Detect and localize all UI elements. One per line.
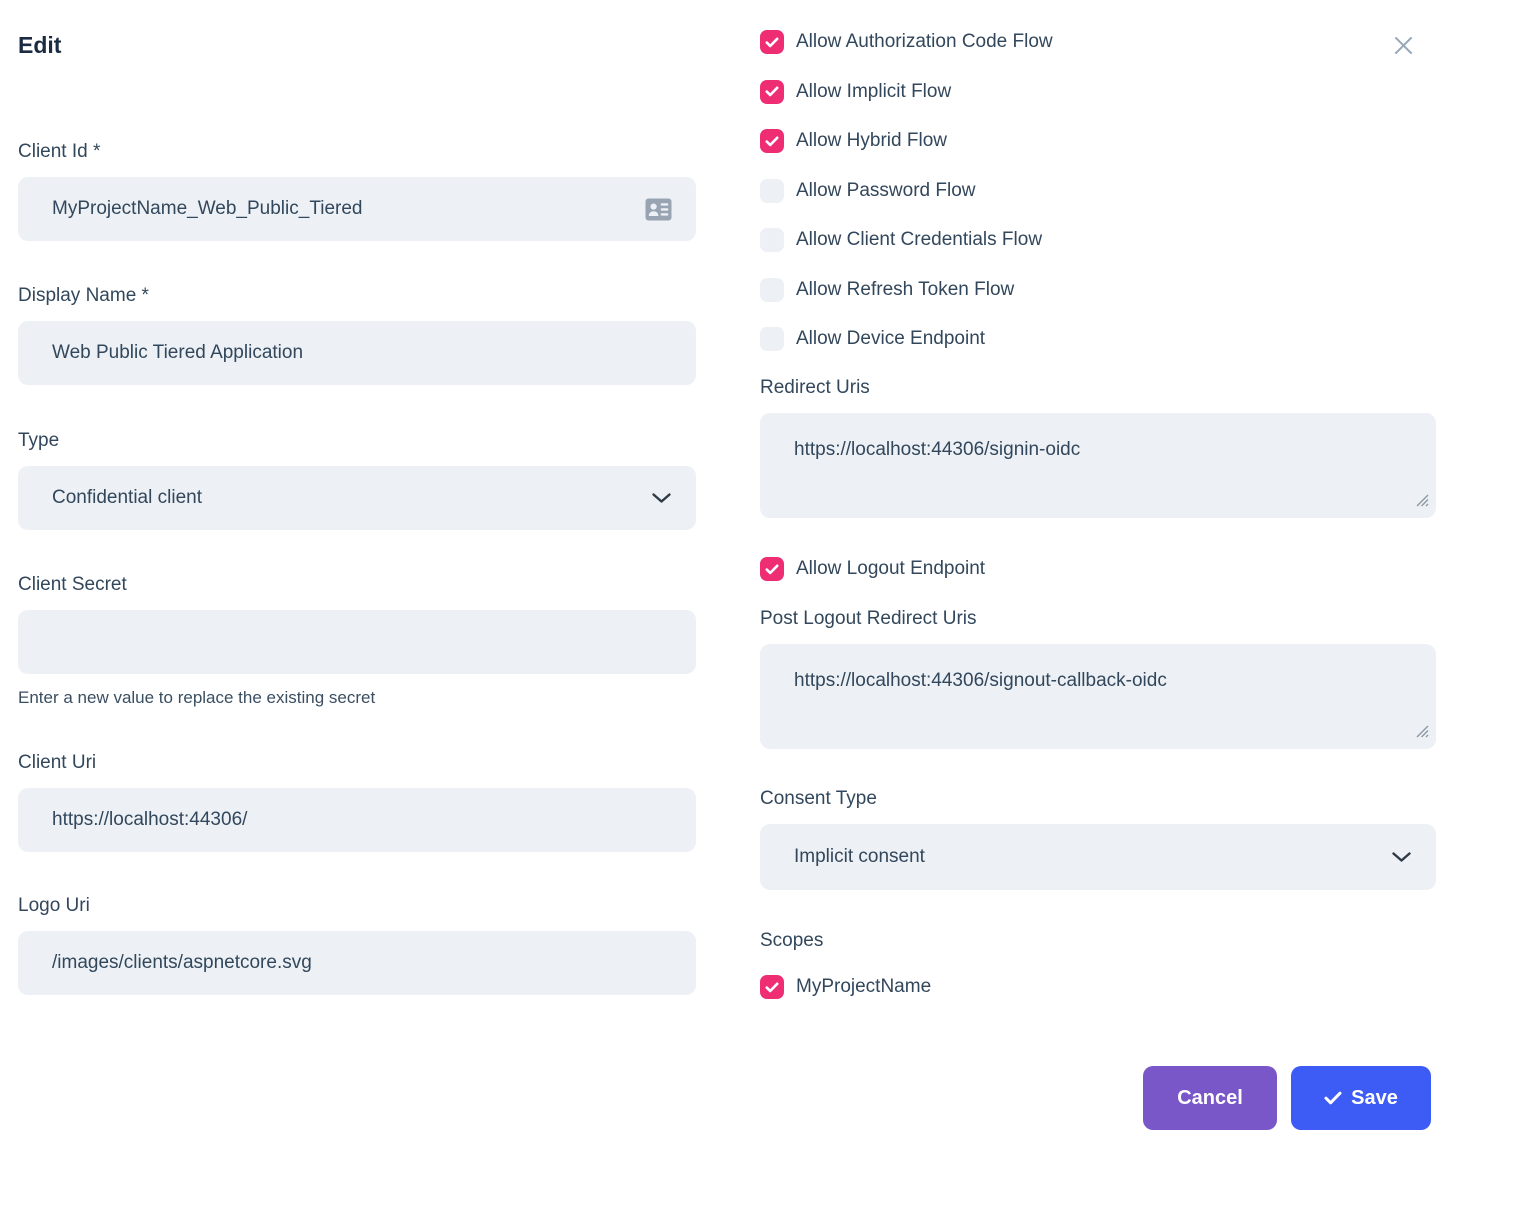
logo-uri-label: Logo Uri bbox=[18, 895, 696, 917]
client-secret-field-group: Client Secret Enter a new value to repla… bbox=[18, 574, 696, 708]
save-button[interactable]: Save bbox=[1291, 1066, 1431, 1130]
display-name-field-group: Display Name * Web Public Tiered Applica… bbox=[18, 285, 696, 385]
page-title: Edit bbox=[18, 30, 696, 60]
consent-type-label: Consent Type bbox=[760, 788, 1436, 810]
type-selected-value: Confidential client bbox=[52, 487, 651, 509]
display-name-input[interactable]: Web Public Tiered Application bbox=[18, 321, 696, 385]
save-button-label: Save bbox=[1351, 1087, 1398, 1110]
modal-footer: Cancel Save bbox=[760, 1066, 1436, 1130]
client-id-input[interactable]: MyProjectName_Web_Public_Tiered bbox=[18, 177, 696, 241]
cancel-button[interactable]: Cancel bbox=[1143, 1066, 1277, 1130]
type-field-group: Type Confidential client bbox=[18, 430, 696, 530]
checkbox-label: Allow Implicit Flow bbox=[796, 80, 951, 104]
client-secret-input[interactable] bbox=[18, 610, 696, 674]
post-logout-redirect-uris-textarea[interactable]: https://localhost:44306/signout-callback… bbox=[760, 644, 1436, 749]
redirect-uris-field-group: Redirect Uris https://localhost:44306/si… bbox=[760, 377, 1436, 518]
checkbox-icon bbox=[760, 30, 784, 54]
checkbox-icon bbox=[760, 129, 784, 153]
client-uri-input[interactable]: https://localhost:44306/ bbox=[18, 788, 696, 852]
cancel-button-label: Cancel bbox=[1177, 1087, 1243, 1110]
checkbox-label: Allow Password Flow bbox=[796, 179, 976, 203]
checkbox-label: Allow Client Credentials Flow bbox=[796, 228, 1042, 252]
consent-type-select[interactable]: Implicit consent bbox=[760, 824, 1436, 890]
display-name-label: Display Name * bbox=[18, 285, 696, 307]
resize-handle-icon[interactable] bbox=[1413, 491, 1429, 513]
checkbox-label: Allow Hybrid Flow bbox=[796, 129, 947, 153]
address-card-icon bbox=[645, 198, 672, 221]
checkbox-label: Allow Refresh Token Flow bbox=[796, 278, 1014, 302]
client-uri-value: https://localhost:44306/ bbox=[52, 809, 672, 831]
checkbox-icon bbox=[760, 327, 784, 351]
chevron-down-icon bbox=[651, 492, 672, 504]
chevron-down-icon bbox=[1391, 851, 1412, 863]
redirect-uris-textarea[interactable]: https://localhost:44306/signin-oidc bbox=[760, 413, 1436, 518]
checkbox-allow-authorization-code-flow[interactable]: Allow Authorization Code Flow bbox=[760, 30, 1436, 54]
checkbox-label: Allow Authorization Code Flow bbox=[796, 30, 1053, 54]
redirect-uris-value: https://localhost:44306/signin-oidc bbox=[794, 439, 1080, 460]
scopes-section: Scopes MyProjectName bbox=[760, 930, 1436, 999]
scopes-label: Scopes bbox=[760, 930, 1436, 952]
client-secret-label: Client Secret bbox=[18, 574, 696, 596]
right-column: Allow Authorization Code Flow Allow Impl… bbox=[760, 0, 1436, 1130]
checkbox-allow-hybrid-flow[interactable]: Allow Hybrid Flow bbox=[760, 129, 1436, 153]
redirect-uris-label: Redirect Uris bbox=[760, 377, 1436, 399]
check-icon bbox=[1324, 1091, 1342, 1105]
client-secret-helper-text: Enter a new value to replace the existin… bbox=[18, 688, 696, 708]
client-id-label: Client Id * bbox=[18, 141, 696, 163]
left-column: Edit Client Id * MyProjectName_Web_Publi… bbox=[18, 0, 696, 1130]
logo-uri-field-group: Logo Uri /images/clients/aspnetcore.svg bbox=[18, 895, 696, 995]
checkbox-allow-password-flow[interactable]: Allow Password Flow bbox=[760, 179, 1436, 203]
post-logout-redirect-uris-value: https://localhost:44306/signout-callback… bbox=[794, 670, 1167, 691]
client-id-value: MyProjectName_Web_Public_Tiered bbox=[52, 198, 645, 220]
checkbox-label: MyProjectName bbox=[796, 975, 931, 999]
post-logout-redirect-uris-field-group: Post Logout Redirect Uris https://localh… bbox=[760, 608, 1436, 749]
client-id-field-group: Client Id * MyProjectName_Web_Public_Tie… bbox=[18, 141, 696, 241]
checkbox-scope-myprojectname[interactable]: MyProjectName bbox=[760, 975, 1436, 999]
checkbox-label: Allow Device Endpoint bbox=[796, 327, 985, 351]
checkbox-label: Allow Logout Endpoint bbox=[796, 557, 985, 581]
checkbox-icon bbox=[760, 557, 784, 581]
edit-client-modal: Edit Client Id * MyProjectName_Web_Publi… bbox=[0, 0, 1520, 1208]
close-button[interactable] bbox=[1386, 30, 1420, 64]
checkbox-icon bbox=[760, 278, 784, 302]
consent-type-field-group: Consent Type Implicit consent bbox=[760, 788, 1436, 890]
consent-type-selected-value: Implicit consent bbox=[794, 846, 1391, 868]
client-uri-field-group: Client Uri https://localhost:44306/ bbox=[18, 752, 696, 852]
checkbox-icon bbox=[760, 975, 784, 999]
checkbox-icon bbox=[760, 80, 784, 104]
checkbox-icon bbox=[760, 228, 784, 252]
type-select[interactable]: Confidential client bbox=[18, 466, 696, 530]
client-uri-label: Client Uri bbox=[18, 752, 696, 774]
checkbox-allow-device-endpoint[interactable]: Allow Device Endpoint bbox=[760, 327, 1436, 351]
checkbox-allow-logout-endpoint[interactable]: Allow Logout Endpoint bbox=[760, 557, 1436, 581]
logo-uri-value: /images/clients/aspnetcore.svg bbox=[52, 952, 672, 974]
checkbox-icon bbox=[760, 179, 784, 203]
logo-uri-input[interactable]: /images/clients/aspnetcore.svg bbox=[18, 931, 696, 995]
resize-handle-icon[interactable] bbox=[1413, 722, 1429, 744]
checkbox-allow-implicit-flow[interactable]: Allow Implicit Flow bbox=[760, 80, 1436, 104]
display-name-value: Web Public Tiered Application bbox=[52, 342, 672, 364]
type-label: Type bbox=[18, 430, 696, 452]
post-logout-redirect-uris-label: Post Logout Redirect Uris bbox=[760, 608, 1436, 630]
close-icon bbox=[1388, 30, 1419, 64]
checkbox-allow-refresh-token-flow[interactable]: Allow Refresh Token Flow bbox=[760, 278, 1436, 302]
checkbox-allow-client-credentials-flow[interactable]: Allow Client Credentials Flow bbox=[760, 228, 1436, 252]
